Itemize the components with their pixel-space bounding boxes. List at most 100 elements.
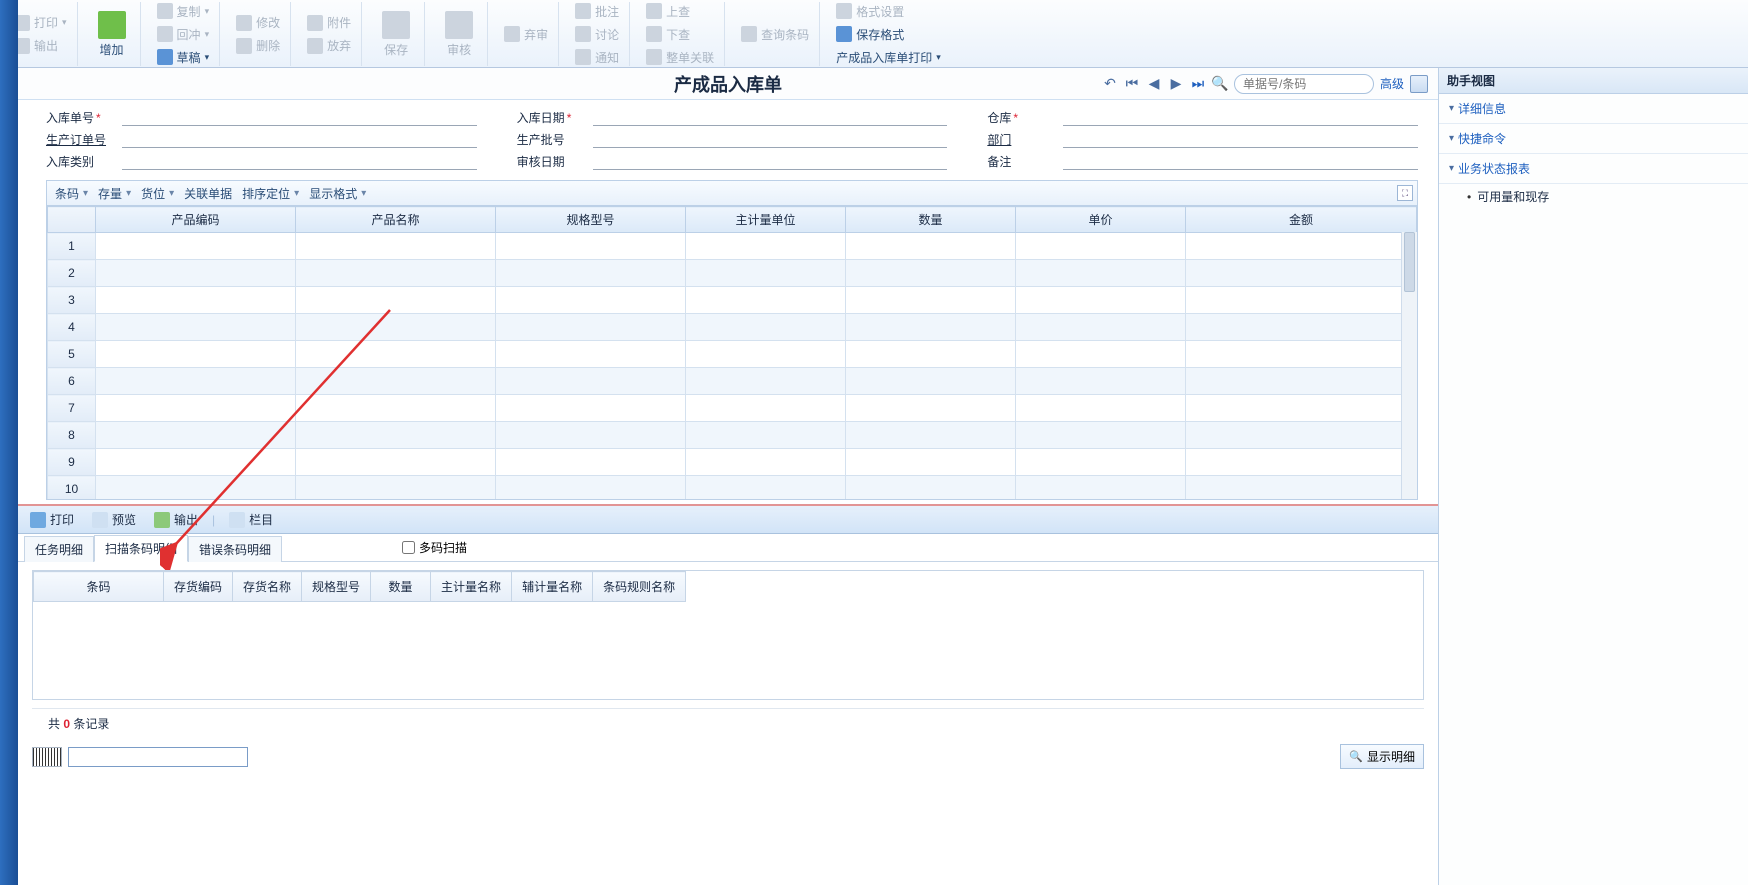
input-生产批号[interactable] bbox=[593, 130, 948, 148]
cell[interactable] bbox=[846, 287, 1016, 314]
grid-toggle-icon[interactable] bbox=[1410, 75, 1428, 93]
cell[interactable] bbox=[1016, 287, 1186, 314]
cell[interactable] bbox=[496, 476, 686, 501]
cell[interactable] bbox=[296, 260, 496, 287]
cell[interactable] bbox=[846, 422, 1016, 449]
cell[interactable] bbox=[96, 287, 296, 314]
col-金额[interactable]: 金额 bbox=[1186, 207, 1417, 233]
first-icon[interactable]: ⏮ bbox=[1124, 76, 1140, 92]
tab-任务明细[interactable]: 任务明细 bbox=[24, 536, 94, 562]
cell[interactable] bbox=[1016, 422, 1186, 449]
cell[interactable] bbox=[686, 341, 846, 368]
lower-preview-button[interactable]: 预览 bbox=[88, 509, 140, 530]
table-row[interactable]: 1 bbox=[48, 233, 1417, 260]
relate-button[interactable]: 整单关联 bbox=[642, 47, 718, 68]
cell[interactable] bbox=[496, 422, 686, 449]
table-row[interactable]: 5 bbox=[48, 341, 1417, 368]
cell[interactable] bbox=[1186, 287, 1417, 314]
add-button[interactable]: 增加 bbox=[90, 7, 134, 62]
cell[interactable] bbox=[496, 449, 686, 476]
modify-button[interactable]: 修改 bbox=[232, 12, 284, 33]
cell[interactable] bbox=[686, 395, 846, 422]
cell[interactable] bbox=[846, 341, 1016, 368]
table-row[interactable]: 10 bbox=[48, 476, 1417, 501]
table-row[interactable]: 8 bbox=[48, 422, 1417, 449]
cell[interactable] bbox=[96, 422, 296, 449]
col-规格型号[interactable]: 规格型号 bbox=[496, 207, 686, 233]
scol-辅计量名称[interactable]: 辅计量名称 bbox=[512, 572, 593, 602]
lower-columns-button[interactable]: 栏目 bbox=[225, 509, 277, 530]
cell[interactable] bbox=[1016, 395, 1186, 422]
label-生产订单号[interactable]: 生产订单号 bbox=[46, 131, 116, 148]
scol-规格型号[interactable]: 规格型号 bbox=[302, 572, 371, 602]
table-row[interactable]: 6 bbox=[48, 368, 1417, 395]
cell[interactable] bbox=[96, 476, 296, 501]
cell[interactable] bbox=[296, 422, 496, 449]
col-rownum[interactable] bbox=[48, 207, 96, 233]
col-产品名称[interactable]: 产品名称 bbox=[296, 207, 496, 233]
abandon-button[interactable]: 放弃 bbox=[303, 35, 355, 56]
cell[interactable] bbox=[296, 395, 496, 422]
cell[interactable] bbox=[496, 395, 686, 422]
cell[interactable] bbox=[296, 287, 496, 314]
undo-nav-icon[interactable]: ↶ bbox=[1102, 76, 1118, 92]
cell[interactable] bbox=[296, 368, 496, 395]
cell[interactable] bbox=[496, 287, 686, 314]
printset-button[interactable]: 产成品入库单打印▾ bbox=[832, 47, 945, 68]
input-仓库[interactable] bbox=[1063, 108, 1418, 126]
cell[interactable] bbox=[96, 233, 296, 260]
save-button[interactable]: 保存 bbox=[374, 7, 418, 62]
cell[interactable] bbox=[686, 260, 846, 287]
cell[interactable] bbox=[686, 368, 846, 395]
approve-button[interactable]: 审核 bbox=[437, 7, 481, 62]
cell[interactable] bbox=[96, 260, 296, 287]
undo-button[interactable]: 回冲▾ bbox=[153, 24, 214, 45]
scol-条码[interactable]: 条码 bbox=[34, 572, 164, 602]
cell[interactable] bbox=[96, 395, 296, 422]
cell[interactable] bbox=[496, 260, 686, 287]
last-icon[interactable]: ⏭ bbox=[1190, 76, 1206, 92]
advanced-link[interactable]: 高级 bbox=[1380, 75, 1404, 92]
cell[interactable] bbox=[1186, 476, 1417, 501]
input-入库日期[interactable] bbox=[593, 108, 948, 126]
input-入库类别[interactable] bbox=[122, 152, 477, 170]
col-数量[interactable]: 数量 bbox=[846, 207, 1016, 233]
cell[interactable] bbox=[846, 233, 1016, 260]
cell[interactable] bbox=[846, 476, 1016, 501]
cell[interactable] bbox=[1016, 341, 1186, 368]
cell[interactable] bbox=[296, 314, 496, 341]
cell[interactable] bbox=[1186, 395, 1417, 422]
cell[interactable] bbox=[1186, 341, 1417, 368]
cell[interactable] bbox=[1016, 260, 1186, 287]
next-button[interactable]: 下查 bbox=[642, 24, 718, 45]
cell[interactable] bbox=[846, 449, 1016, 476]
scol-数量[interactable]: 数量 bbox=[371, 572, 431, 602]
input-入库单号[interactable] bbox=[122, 108, 477, 126]
cell[interactable] bbox=[686, 314, 846, 341]
multiscan-checkbox[interactable]: 多码扫描 bbox=[402, 539, 467, 556]
assist-detail-info[interactable]: 详细信息 bbox=[1439, 94, 1748, 124]
scol-存货编码[interactable]: 存货编码 bbox=[164, 572, 233, 602]
cell[interactable] bbox=[846, 314, 1016, 341]
cell[interactable] bbox=[296, 233, 496, 260]
barcode-input[interactable] bbox=[68, 747, 248, 767]
cell[interactable] bbox=[496, 314, 686, 341]
scol-条码规则名称[interactable]: 条码规则名称 bbox=[593, 572, 686, 602]
search-input[interactable] bbox=[1234, 74, 1374, 94]
cell[interactable] bbox=[296, 449, 496, 476]
assist-quick-cmd[interactable]: 快捷命令 bbox=[1439, 124, 1748, 154]
table-row[interactable]: 3 bbox=[48, 287, 1417, 314]
search-icon[interactable]: 🔍 bbox=[1212, 76, 1228, 92]
cell[interactable] bbox=[1186, 449, 1417, 476]
cell[interactable] bbox=[496, 233, 686, 260]
print-button[interactable]: 打印▾ bbox=[10, 12, 71, 33]
grid-scrollbar[interactable] bbox=[1401, 232, 1417, 499]
grid-expand-icon[interactable]: ⛶ bbox=[1397, 185, 1413, 201]
reject-button[interactable]: 弃审 bbox=[500, 24, 552, 45]
tab-错误条码明细[interactable]: 错误条码明细 bbox=[188, 536, 282, 562]
label-部门[interactable]: 部门 bbox=[987, 131, 1057, 148]
cell[interactable] bbox=[1016, 314, 1186, 341]
comment-button[interactable]: 批注 bbox=[571, 1, 623, 22]
tab-扫描条码明细[interactable]: 扫描条码明细 bbox=[94, 535, 188, 562]
scol-主计量名称[interactable]: 主计量名称 bbox=[431, 572, 512, 602]
